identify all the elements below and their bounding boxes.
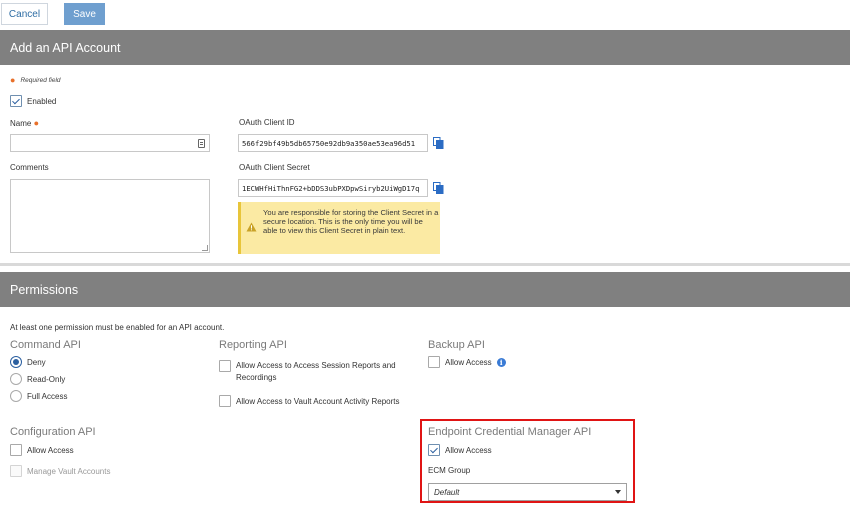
enabled-option[interactable]: Enabled: [10, 95, 56, 107]
backup-allow-checkbox[interactable]: [428, 356, 440, 368]
backup-option[interactable]: Allow Access i: [428, 356, 506, 368]
ecm-allow-checkbox[interactable]: [428, 444, 440, 456]
cancel-button[interactable]: Cancel: [1, 3, 48, 25]
client-secret-label: OAuth Client Secret: [239, 163, 310, 172]
reporting-option-sessions[interactable]: Allow Access to Access Session Reports a…: [219, 360, 396, 384]
enabled-label: Enabled: [27, 96, 57, 106]
required-dot-icon: ●: [10, 75, 16, 85]
secret-warning-box: You are responsible for storing the Clie…: [238, 202, 440, 254]
save-button[interactable]: Save: [64, 3, 105, 25]
backup-api-title: Backup API: [428, 339, 485, 351]
name-label: Name ●: [10, 118, 40, 128]
configuration-api-title: Configuration API: [10, 426, 96, 438]
copy-icon: [432, 136, 443, 149]
ecm-api-title: Endpoint Credential Manager API: [428, 426, 592, 438]
ecm-group-label: ECM Group: [428, 466, 471, 475]
section-divider: [0, 263, 850, 266]
contact-card-icon: [198, 139, 205, 148]
copy-client-secret-button[interactable]: [429, 179, 447, 196]
warning-text: You are responsible for storing the Clie…: [263, 208, 439, 236]
resize-handle-icon[interactable]: [202, 245, 208, 251]
ecm-option[interactable]: Allow Access: [428, 444, 492, 456]
manage-vault-checkbox[interactable]: [10, 465, 22, 477]
permissions-note: At least one permission must be enabled …: [10, 323, 225, 332]
info-icon[interactable]: i: [496, 357, 506, 367]
copy-icon: [432, 181, 443, 194]
manage-vault-option[interactable]: Manage Vault Accounts: [10, 465, 110, 477]
copy-client-id-button[interactable]: [429, 134, 447, 151]
read-only-radio[interactable]: [10, 373, 22, 385]
command-option-full[interactable]: Full Access: [10, 390, 67, 402]
permissions-section-header: Permissions: [0, 272, 850, 307]
required-dot-icon: ●: [33, 118, 40, 128]
full-access-radio[interactable]: [10, 390, 22, 402]
configuration-option[interactable]: Allow Access: [10, 444, 74, 456]
warning-icon: [246, 222, 257, 232]
enabled-checkbox[interactable]: [10, 95, 22, 107]
required-note: ● Required field: [10, 75, 61, 85]
radio-dot-icon: [13, 359, 19, 365]
comments-textarea[interactable]: [10, 179, 210, 253]
session-reports-checkbox[interactable]: [219, 360, 231, 372]
ecm-group-select[interactable]: Default: [428, 483, 627, 501]
client-id-field[interactable]: 566f29bf49b5db65750e92db9a350ae53ea96d51: [238, 134, 428, 152]
client-id-label: OAuth Client ID: [239, 118, 295, 127]
account-section-header: Add an API Account: [0, 30, 850, 65]
command-option-deny[interactable]: Deny: [10, 356, 46, 368]
permissions-section-title: Permissions: [10, 282, 79, 297]
deny-radio[interactable]: [10, 356, 22, 368]
account-section-title: Add an API Account: [10, 40, 121, 55]
command-option-readonly[interactable]: Read-Only: [10, 373, 65, 385]
reporting-api-title: Reporting API: [219, 339, 287, 351]
command-api-title: Command API: [10, 339, 81, 351]
name-field[interactable]: [10, 134, 210, 152]
chevron-down-icon: [615, 490, 621, 494]
client-secret-field[interactable]: 1ECWHfHiThnFG2+bDDS3ubPXDpwSiryb2UiWgD17…: [238, 179, 428, 197]
checkmark-icon: [430, 445, 438, 453]
checkmark-icon: [12, 96, 20, 104]
comments-label: Comments: [10, 163, 49, 172]
reporting-option-vault[interactable]: Allow Access to Vault Account Activity R…: [219, 395, 399, 407]
configuration-allow-checkbox[interactable]: [10, 444, 22, 456]
vault-reports-checkbox[interactable]: [219, 395, 231, 407]
